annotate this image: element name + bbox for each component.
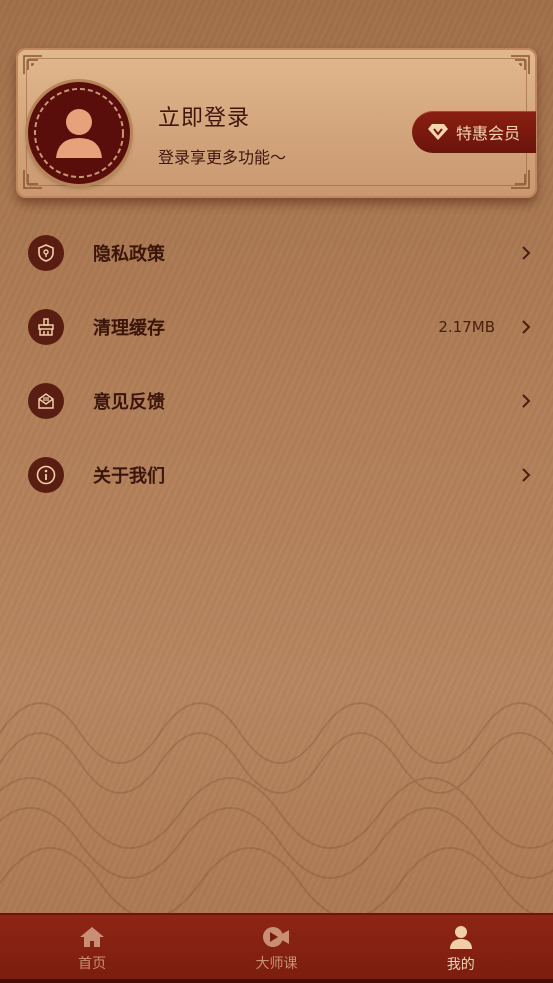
login-subtitle: 登录享更多功能～ bbox=[158, 148, 287, 167]
info-icon bbox=[28, 457, 64, 493]
chevron-right-icon bbox=[522, 468, 531, 482]
menu-item-feedback[interactable]: 意见反馈 bbox=[0, 364, 553, 438]
tab-mine[interactable]: 我的 bbox=[369, 915, 553, 983]
chevron-right-icon bbox=[522, 394, 531, 408]
home-icon bbox=[80, 927, 105, 947]
menu-item-label: 隐私政策 bbox=[93, 244, 165, 265]
menu-item-about[interactable]: 关于我们 bbox=[0, 438, 553, 512]
tab-master-class[interactable]: 大师课 bbox=[184, 915, 368, 983]
avatar-frame-icon bbox=[34, 88, 124, 178]
menu-item-label: 意见反馈 bbox=[93, 392, 165, 413]
chevron-right-icon bbox=[522, 246, 531, 260]
person-icon bbox=[449, 926, 472, 949]
corner-ornament-icon bbox=[511, 170, 530, 189]
menu-item-label: 清理缓存 bbox=[93, 318, 165, 339]
tab-label: 大师课 bbox=[255, 956, 298, 972]
chevron-right-icon bbox=[522, 320, 531, 334]
mail-icon bbox=[28, 383, 64, 419]
bottom-tab-bar: 首页 大师课 我的 bbox=[0, 913, 553, 983]
avatar[interactable] bbox=[28, 82, 130, 184]
corner-ornament-icon bbox=[23, 55, 42, 74]
cache-size: 2.17MB bbox=[438, 318, 495, 336]
shield-icon bbox=[28, 235, 64, 271]
menu-item-clear-cache[interactable]: 清理缓存 2.17MB bbox=[0, 290, 553, 364]
vip-button[interactable]: 特惠会员 bbox=[412, 111, 536, 153]
login-title[interactable]: 立即登录 bbox=[158, 100, 250, 132]
tab-label: 首页 bbox=[78, 956, 107, 972]
corner-ornament-icon bbox=[511, 55, 530, 74]
settings-menu: 隐私政策 清理缓存 2.17MB 意见反馈 关于我们 bbox=[0, 216, 553, 512]
vip-label: 特惠会员 bbox=[456, 124, 521, 143]
tabbar-edge bbox=[0, 979, 553, 983]
diamond-icon bbox=[428, 124, 448, 140]
menu-item-privacy[interactable]: 隐私政策 bbox=[0, 216, 553, 290]
tab-home[interactable]: 首页 bbox=[0, 915, 184, 983]
wave-pattern bbox=[0, 702, 553, 913]
broom-icon bbox=[28, 309, 64, 345]
menu-item-label: 关于我们 bbox=[93, 466, 165, 487]
video-icon bbox=[263, 927, 290, 947]
tab-label: 我的 bbox=[446, 957, 475, 973]
